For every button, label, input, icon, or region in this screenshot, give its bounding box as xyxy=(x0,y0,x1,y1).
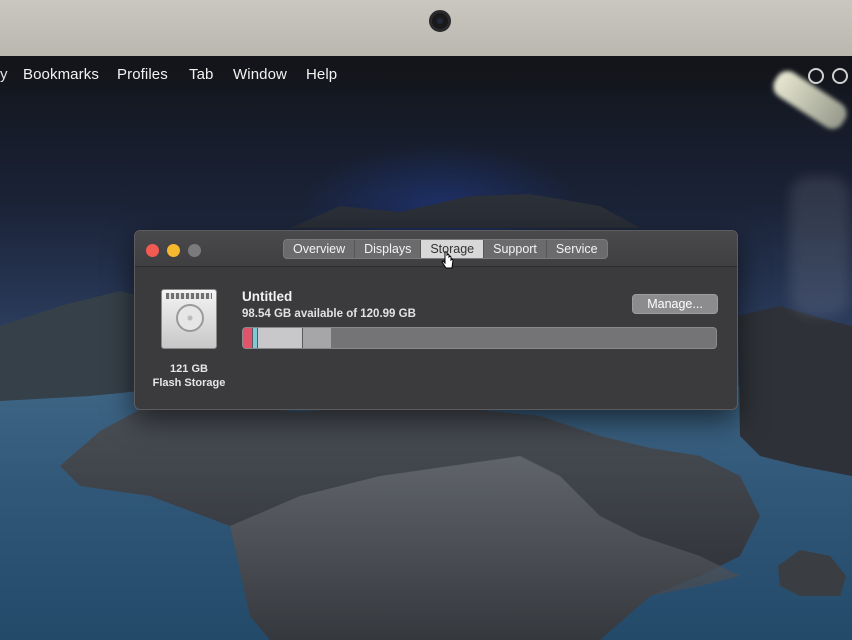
storage-segment-gray[interactable] xyxy=(301,328,331,348)
menu-item-tab[interactable]: Tab xyxy=(189,66,214,83)
disk-type: Flash Storage xyxy=(152,377,226,389)
menu-item-truncated[interactable]: y xyxy=(0,66,8,83)
tab-support[interactable]: Support xyxy=(484,240,547,258)
disk-labels: 121 GB Flash Storage xyxy=(141,231,237,401)
menu-extra-icon[interactable] xyxy=(808,68,824,84)
tab-displays[interactable]: Displays xyxy=(355,240,422,258)
tab-overview[interactable]: Overview xyxy=(284,240,356,258)
manage-button[interactable]: Manage... xyxy=(632,294,718,314)
laptop-bezel xyxy=(0,0,852,58)
menu-bar: y Bookmarks Profiles Tab Window Help xyxy=(0,56,852,94)
storage-segment-red[interactable] xyxy=(243,328,252,348)
volume-name: Untitled xyxy=(242,289,293,304)
storage-segment-light-gray[interactable] xyxy=(257,328,302,348)
menu-item-help[interactable]: Help xyxy=(306,66,337,83)
desktop: y Bookmarks Profiles Tab Window Help Ove… xyxy=(0,56,852,640)
storage-usage-bar xyxy=(242,327,717,349)
pointer-cursor-icon xyxy=(441,251,454,269)
volume-availability: 98.54 GB available of 120.99 GB xyxy=(242,308,416,320)
menu-item-window[interactable]: Window xyxy=(233,66,287,83)
camera-icon xyxy=(429,10,451,32)
screen-glare xyxy=(790,176,850,316)
menu-item-profiles[interactable]: Profiles xyxy=(117,66,168,83)
about-this-mac-window: Overview Displays Storage Support Servic… xyxy=(134,230,738,410)
tab-service[interactable]: Service xyxy=(547,240,607,258)
disk-capacity: 121 GB xyxy=(170,363,208,375)
menu-item-bookmarks[interactable]: Bookmarks xyxy=(23,66,99,83)
control-center-icon[interactable] xyxy=(832,68,848,84)
